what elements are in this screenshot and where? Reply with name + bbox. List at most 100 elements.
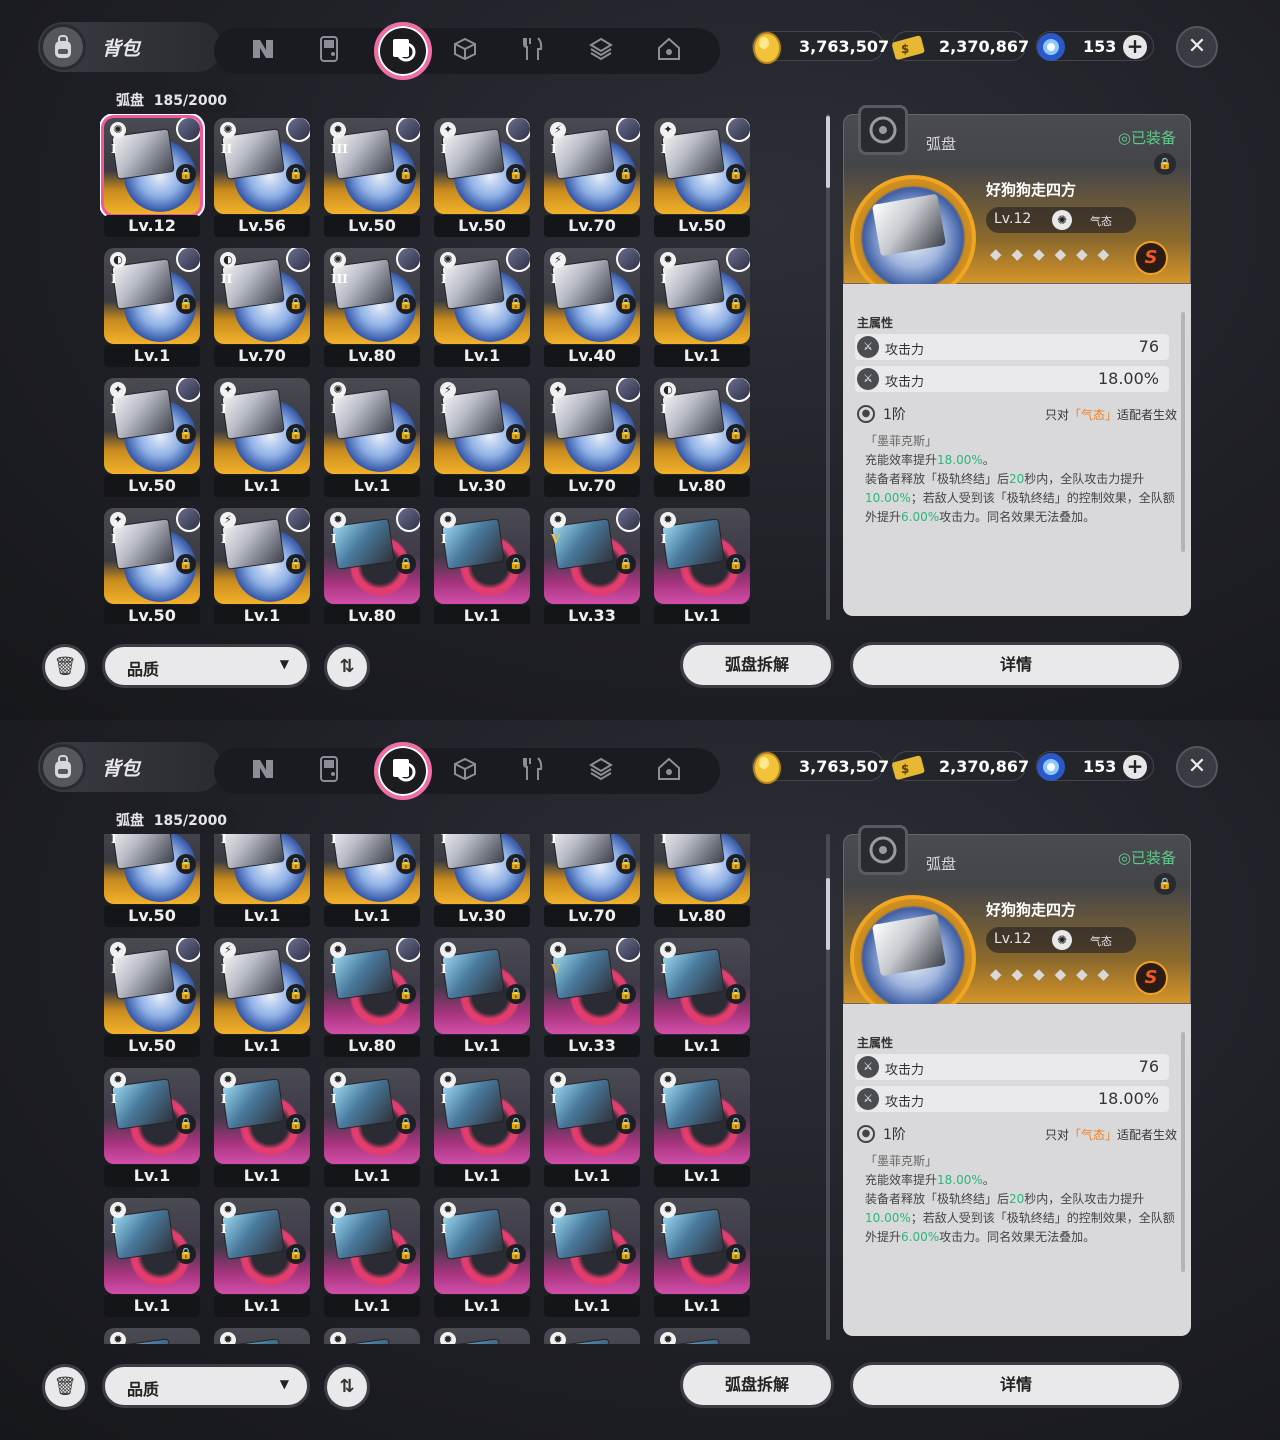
disc-card[interactable]: ◐ I 🔒 Lv.1 bbox=[100, 244, 200, 370]
lock-icon[interactable]: 🔒 bbox=[176, 554, 196, 574]
add-currency-button[interactable]: + bbox=[1123, 35, 1147, 59]
disc-card[interactable]: ✹ V 🔒 Lv.33 bbox=[540, 504, 640, 624]
lock-icon[interactable]: 🔒 bbox=[506, 1114, 526, 1134]
lock-icon[interactable]: 🔒 bbox=[176, 424, 196, 444]
lock-icon[interactable]: 🔒 bbox=[726, 164, 746, 184]
lock-icon[interactable]: 🔒 bbox=[286, 1114, 306, 1134]
tab-gameboy[interactable] bbox=[312, 34, 346, 68]
disc-card[interactable]: ✹ I 🔒 Lv.1 bbox=[650, 934, 750, 1060]
lock-icon[interactable]: 🔒 bbox=[286, 854, 306, 874]
lock-icon[interactable]: 🔒 bbox=[506, 854, 526, 874]
lock-icon[interactable]: 🔒 bbox=[286, 164, 306, 184]
lock-icon[interactable]: 🔒 bbox=[616, 854, 636, 874]
add-currency-button[interactable]: + bbox=[1123, 755, 1147, 779]
disc-card[interactable]: ✦I🔒Lv.50 bbox=[100, 834, 200, 930]
disc-card[interactable]: ✹ I 🔒 Lv.1 bbox=[650, 1194, 750, 1320]
disc-card[interactable]: ◐I🔒Lv.80 bbox=[650, 834, 750, 930]
lock-icon[interactable]: 🔒 bbox=[396, 1244, 416, 1264]
lock-icon[interactable]: 🔒 bbox=[176, 984, 196, 1004]
lock-icon[interactable]: 🔒 bbox=[286, 1244, 306, 1264]
lock-icon[interactable]: 🔒 bbox=[286, 984, 306, 1004]
lock-icon[interactable]: 🔒 bbox=[176, 854, 196, 874]
disc-card[interactable]: ⚡ I 🔒 Lv.30 bbox=[430, 374, 530, 500]
details-button[interactable]: 详情 bbox=[850, 1362, 1182, 1408]
lock-icon[interactable]: 🔒 bbox=[616, 984, 636, 1004]
detail-lock-icon[interactable]: 🔒 bbox=[1154, 873, 1176, 895]
disc-card[interactable]: ⚡ I 🔒 Lv.40 bbox=[540, 244, 640, 370]
quality-filter-select[interactable]: 品质 ▼ bbox=[102, 1364, 310, 1408]
lock-icon[interactable]: 🔒 bbox=[616, 424, 636, 444]
tab-cube[interactable] bbox=[448, 34, 482, 68]
lock-icon[interactable]: 🔒 bbox=[506, 164, 526, 184]
disc-card[interactable]: ✦I🔒Lv.50 bbox=[100, 934, 200, 1060]
detail-scrollbar[interactable] bbox=[1181, 1032, 1185, 1272]
disc-card[interactable]: ⚡ I 🔒 Lv.1 bbox=[210, 934, 310, 1060]
disc-card[interactable]: ✹ I 🔒 Lv.1 bbox=[100, 1064, 200, 1190]
disc-card[interactable]: ✹ I 🔒 Lv.1 bbox=[540, 1194, 640, 1320]
lock-icon[interactable]: 🔒 bbox=[616, 554, 636, 574]
disc-card[interactable]: ✹ I 🔒 Lv.80 bbox=[320, 504, 420, 624]
tab-fork-knife[interactable] bbox=[516, 754, 550, 788]
lock-icon[interactable]: 🔒 bbox=[176, 164, 196, 184]
lock-icon[interactable]: 🔒 bbox=[726, 1114, 746, 1134]
grid-scrollbar[interactable] bbox=[826, 114, 830, 620]
disc-card[interactable]: ✹ I 🔒 Lv.1 bbox=[320, 1064, 420, 1190]
disc-card[interactable]: ✹ I 🔒 Lv.80 bbox=[320, 934, 420, 1060]
lock-icon[interactable]: 🔒 bbox=[396, 294, 416, 314]
disc-card[interactable]: ✦I🔒Lv.50 bbox=[650, 114, 750, 240]
disc-card[interactable]: ✺ III 🔒 Lv.80 bbox=[320, 244, 420, 370]
disc-card[interactable]: ✦I🔒Lv.50 bbox=[100, 374, 200, 500]
disc-card[interactable]: ✹ V 🔒 Lv.33 bbox=[540, 934, 640, 1060]
tab-disc-case[interactable] bbox=[374, 742, 432, 800]
tab-cube[interactable] bbox=[448, 754, 482, 788]
sort-order-button[interactable]: ⇅ bbox=[324, 644, 370, 690]
quality-filter-select[interactable]: 品质 ▼ bbox=[102, 644, 310, 688]
disc-card[interactable]: ✹ I 🔒 Lv.1 bbox=[650, 1064, 750, 1190]
trash-button[interactable]: 🗑 bbox=[42, 1364, 88, 1410]
tab-fork-knife[interactable] bbox=[516, 34, 550, 68]
disc-card[interactable]: ✹ I 🔒 Lv.1 bbox=[210, 1064, 310, 1190]
disc-card[interactable]: ✺ I 🔒 Lv.12 bbox=[100, 114, 200, 240]
tab-disc-case[interactable] bbox=[374, 22, 432, 80]
disc-card[interactable]: ✺I🔒Lv.1 bbox=[320, 834, 420, 930]
disc-card[interactable]: ✺I🔒Lv.1 bbox=[430, 244, 530, 370]
lock-icon[interactable]: 🔒 bbox=[286, 294, 306, 314]
close-button[interactable]: ✕ bbox=[1176, 26, 1218, 68]
lock-icon[interactable]: 🔒 bbox=[396, 554, 416, 574]
disc-card[interactable]: ✹I🔒 bbox=[210, 1324, 310, 1344]
disc-card[interactable]: ⚡ I 🔒 Lv.70 bbox=[540, 114, 640, 240]
lock-icon[interactable]: 🔒 bbox=[176, 294, 196, 314]
lock-icon[interactable]: 🔒 bbox=[506, 424, 526, 444]
disc-card[interactable]: ✹I🔒 bbox=[650, 1324, 750, 1344]
tab-home[interactable] bbox=[652, 754, 686, 788]
lock-icon[interactable]: 🔒 bbox=[616, 1114, 636, 1134]
disc-card[interactable]: ✹I🔒 bbox=[320, 1324, 420, 1344]
disc-card[interactable]: ✹ I 🔒 Lv.1 bbox=[430, 1194, 530, 1320]
grid-scrollbar-thumb[interactable] bbox=[826, 116, 830, 188]
disc-card[interactable]: ✦I🔒Lv.1 bbox=[210, 374, 310, 500]
grid-scrollbar[interactable] bbox=[826, 834, 830, 1340]
lock-icon[interactable]: 🔒 bbox=[396, 1114, 416, 1134]
disc-card[interactable]: ✹I🔒 bbox=[100, 1324, 200, 1344]
disc-card[interactable]: ✹ I 🔒 Lv.1 bbox=[650, 504, 750, 624]
lock-icon[interactable]: 🔒 bbox=[726, 854, 746, 874]
tab-home[interactable] bbox=[652, 34, 686, 68]
lock-icon[interactable]: 🔒 bbox=[616, 1244, 636, 1264]
detail-lock-icon[interactable]: 🔒 bbox=[1154, 153, 1176, 175]
lock-icon[interactable]: 🔒 bbox=[726, 424, 746, 444]
close-button[interactable]: ✕ bbox=[1176, 746, 1218, 788]
lock-icon[interactable]: 🔒 bbox=[396, 424, 416, 444]
details-button[interactable]: 详情 bbox=[850, 642, 1182, 688]
disc-card[interactable]: ✦I🔒Lv.1 bbox=[210, 834, 310, 930]
tab-layered-cube[interactable] bbox=[584, 34, 618, 68]
tab-n-logo[interactable] bbox=[246, 34, 280, 68]
disc-card[interactable]: ✺ II 🔒 Lv.56 bbox=[210, 114, 310, 240]
tab-gameboy[interactable] bbox=[312, 754, 346, 788]
disc-card[interactable]: ✹ I 🔒 Lv.1 bbox=[650, 244, 750, 370]
disc-card[interactable]: ✹ I 🔒 Lv.1 bbox=[540, 1064, 640, 1190]
lock-icon[interactable]: 🔒 bbox=[506, 554, 526, 574]
disc-card[interactable]: ✹ I 🔒 Lv.1 bbox=[210, 1194, 310, 1320]
disc-card[interactable]: ✹ I 🔒 Lv.1 bbox=[320, 1194, 420, 1320]
disc-card[interactable]: ✹ I 🔒 Lv.1 bbox=[430, 504, 530, 624]
lock-icon[interactable]: 🔒 bbox=[616, 294, 636, 314]
